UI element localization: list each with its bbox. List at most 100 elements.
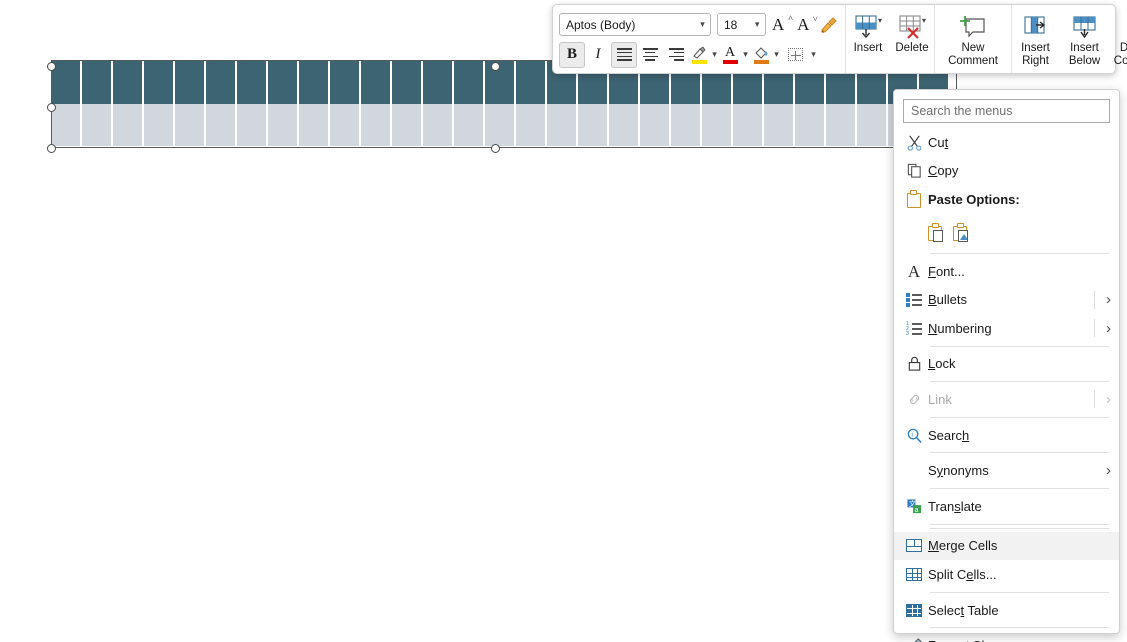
table-body-cell[interactable] bbox=[206, 104, 237, 148]
table-body-cell[interactable] bbox=[175, 104, 206, 148]
format-painter-icon[interactable] bbox=[816, 12, 841, 38]
table-header-cell[interactable] bbox=[206, 60, 237, 104]
table-body-cell[interactable] bbox=[609, 104, 640, 148]
resize-handle-top-center[interactable] bbox=[490, 61, 500, 71]
new-comment-button[interactable]: New Comment bbox=[935, 8, 1011, 70]
shrink-font-button[interactable]: A ˅ bbox=[791, 12, 818, 38]
menu-item-copy[interactable]: Copy bbox=[894, 157, 1119, 186]
resize-handle-bottom-center[interactable] bbox=[490, 143, 500, 153]
font-name-combobox[interactable]: Aptos (Body) ▾ bbox=[559, 13, 711, 36]
menu-item-split-cells[interactable]: Split Cells... bbox=[894, 560, 1119, 589]
chevron-down-icon[interactable]: ▾ bbox=[752, 20, 763, 29]
menu-item-numbering[interactable]: 1 2 3 Numbering › bbox=[894, 314, 1119, 343]
table-header-cell[interactable] bbox=[485, 60, 516, 104]
grow-font-button[interactable]: A ^ bbox=[766, 12, 793, 38]
menu-item-translate[interactable]: 文 a Translate bbox=[894, 492, 1119, 521]
bold-button[interactable]: B bbox=[559, 41, 585, 68]
table-body-cell[interactable] bbox=[423, 104, 454, 148]
select-table-icon bbox=[900, 603, 928, 617]
table-body-cell[interactable] bbox=[640, 104, 671, 148]
table-body-cell[interactable] bbox=[671, 104, 702, 148]
table-header-cell[interactable] bbox=[516, 60, 547, 104]
table-body-row[interactable] bbox=[51, 104, 957, 148]
table-header-cell[interactable] bbox=[299, 60, 330, 104]
menu-item-paste-options[interactable]: Paste Options: bbox=[894, 185, 1119, 214]
delete-columns-button[interactable]: Delete Columns bbox=[1110, 8, 1127, 70]
bold-label: B bbox=[566, 46, 577, 62]
table-body-cell[interactable] bbox=[826, 104, 857, 148]
menu-item-format-shape[interactable]: Format Shape... bbox=[894, 631, 1119, 642]
table-body-cell[interactable] bbox=[547, 104, 578, 148]
table-header-cell[interactable] bbox=[144, 60, 175, 104]
table-body-cell[interactable] bbox=[392, 104, 423, 148]
table-body-cell[interactable] bbox=[82, 104, 113, 148]
table-body-cell[interactable] bbox=[268, 104, 299, 148]
table-header-cell[interactable] bbox=[330, 60, 361, 104]
table-body-cell[interactable] bbox=[330, 104, 361, 148]
menu-item-bullets[interactable]: Bullets › bbox=[894, 285, 1119, 314]
clipboard-picture-icon[interactable] bbox=[953, 222, 968, 242]
italic-button[interactable]: I bbox=[585, 42, 611, 68]
resize-handle-middle-left[interactable] bbox=[46, 102, 56, 112]
table-body-cell[interactable] bbox=[454, 104, 485, 148]
table-body-cell[interactable] bbox=[299, 104, 330, 148]
shape-outline-chevron-down-icon[interactable]: ▾ bbox=[808, 50, 819, 59]
menu-item-synonyms[interactable]: Synonyms › bbox=[894, 456, 1119, 485]
table-body-cell[interactable] bbox=[764, 104, 795, 148]
search-the-menus-input[interactable]: Search the menus bbox=[903, 99, 1110, 123]
table-body-cell[interactable] bbox=[237, 104, 268, 148]
delete-rows-button[interactable]: ▾ Delete bbox=[890, 8, 934, 70]
menu-separator bbox=[930, 416, 1109, 418]
table-body-cell[interactable] bbox=[51, 104, 82, 148]
shape-outline-button[interactable] bbox=[782, 42, 808, 68]
menu-item-lock[interactable]: Lock bbox=[894, 350, 1119, 379]
insert-right-label-1: Insert bbox=[1021, 42, 1050, 54]
chevron-right-icon[interactable]: › bbox=[1102, 320, 1111, 337]
chevron-right-icon[interactable]: › bbox=[1102, 462, 1111, 479]
menu-item-cut[interactable]: Cut bbox=[894, 128, 1119, 157]
insert-right-button[interactable]: Insert Right bbox=[1012, 8, 1059, 70]
table-body-cell[interactable] bbox=[733, 104, 764, 148]
align-right-icon bbox=[668, 46, 684, 63]
table-body-cell[interactable] bbox=[144, 104, 175, 148]
table-header-cell[interactable] bbox=[82, 60, 113, 104]
highlight-chevron-down-icon[interactable]: ▾ bbox=[709, 50, 720, 59]
chevron-right-icon[interactable]: › bbox=[1102, 291, 1111, 308]
table-header-cell[interactable] bbox=[454, 60, 485, 104]
font-color-chevron-down-icon[interactable]: ▾ bbox=[740, 50, 751, 59]
resize-handle-top-left[interactable] bbox=[46, 61, 56, 71]
menu-item-merge-cells[interactable]: Merge Cells bbox=[894, 531, 1119, 561]
resize-handle-bottom-left[interactable] bbox=[46, 143, 56, 153]
shape-fill-chevron-down-icon[interactable]: ▾ bbox=[771, 50, 782, 59]
shape-fill-button[interactable] bbox=[751, 42, 771, 68]
font-size-combobox[interactable]: 18 ▾ bbox=[717, 13, 766, 36]
table-header-cell[interactable] bbox=[237, 60, 268, 104]
table-body-cell[interactable] bbox=[516, 104, 547, 148]
align-left-button[interactable] bbox=[611, 41, 637, 68]
insert-below-button[interactable]: Insert Below bbox=[1061, 8, 1108, 70]
table-body-cell[interactable] bbox=[361, 104, 392, 148]
table-header-cell[interactable] bbox=[51, 60, 82, 104]
menu-item-font[interactable]: A Font... bbox=[894, 257, 1119, 286]
table-header-cell[interactable] bbox=[175, 60, 206, 104]
table-body-cell[interactable] bbox=[857, 104, 888, 148]
menu-item-search[interactable]: i Search bbox=[894, 421, 1119, 450]
insert-rows-button[interactable]: ▾ Insert bbox=[846, 8, 890, 70]
table-body-cell[interactable] bbox=[113, 104, 144, 148]
table-body-cell[interactable] bbox=[578, 104, 609, 148]
align-right-button[interactable] bbox=[663, 42, 689, 68]
table-header-cell[interactable] bbox=[423, 60, 454, 104]
text-highlight-button[interactable] bbox=[689, 42, 709, 68]
menu-item-select-table[interactable]: Select Table bbox=[894, 596, 1119, 625]
table-body-cell[interactable] bbox=[702, 104, 733, 148]
align-center-button[interactable] bbox=[637, 42, 663, 68]
table-header-cell[interactable] bbox=[361, 60, 392, 104]
table-header-cell[interactable] bbox=[268, 60, 299, 104]
table-body-cell[interactable] bbox=[795, 104, 826, 148]
clipboard-document-icon[interactable] bbox=[928, 222, 943, 242]
font-color-button[interactable]: A bbox=[720, 42, 740, 68]
table-header-cell[interactable] bbox=[113, 60, 144, 104]
table-body-cell[interactable] bbox=[485, 104, 516, 148]
table-header-cell[interactable] bbox=[392, 60, 423, 104]
chevron-down-icon[interactable]: ▾ bbox=[697, 20, 708, 29]
